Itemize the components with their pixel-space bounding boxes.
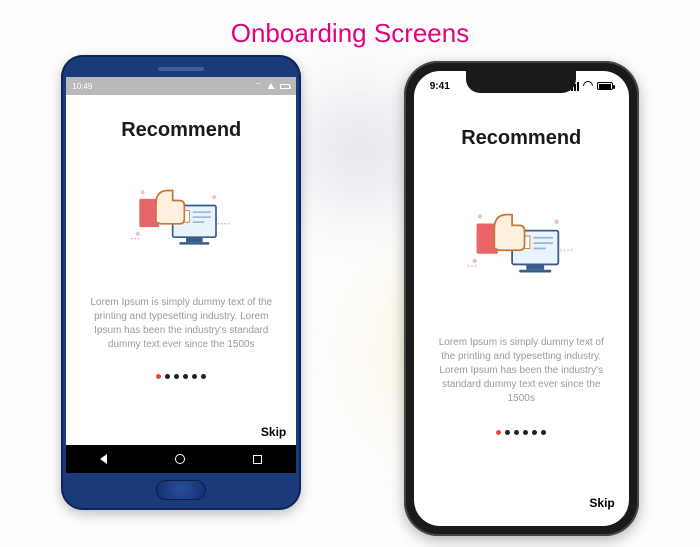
page-dot bbox=[183, 374, 188, 379]
page-indicator bbox=[496, 430, 546, 435]
battery-icon bbox=[597, 82, 613, 90]
skip-button[interactable]: Skip bbox=[261, 425, 286, 439]
onboarding-title: Recommend bbox=[461, 127, 581, 150]
page-dot bbox=[505, 430, 510, 435]
page-dot bbox=[165, 374, 170, 379]
wifi-icon bbox=[583, 81, 593, 91]
android-statusbar: 10:49 ⌔ bbox=[66, 77, 296, 95]
page-dot bbox=[541, 430, 546, 435]
onboarding-title: Recommend bbox=[121, 119, 241, 142]
iphone-notch bbox=[466, 71, 576, 93]
page-dot bbox=[201, 374, 206, 379]
android-device-frame: 10:49 ⌔ Recommend bbox=[61, 55, 301, 510]
nav-home-icon[interactable] bbox=[175, 454, 185, 464]
page-dot bbox=[156, 374, 161, 379]
statusbar-time: 9:41 bbox=[430, 81, 450, 92]
signal-icon bbox=[268, 83, 275, 89]
battery-icon bbox=[280, 84, 290, 89]
page-dot bbox=[523, 430, 528, 435]
statusbar-right-icons: ⌔ bbox=[255, 81, 291, 91]
device-stage: 10:49 ⌔ Recommend bbox=[0, 55, 700, 536]
page-title: Onboarding Screens bbox=[0, 0, 700, 55]
page-dot bbox=[496, 430, 501, 435]
onboarding-description: Lorem Ipsum is simply dummy text of the … bbox=[428, 336, 615, 406]
recommend-illustration bbox=[131, 178, 231, 258]
wifi-icon: ⌔ bbox=[255, 81, 263, 91]
iphone-device-frame: 9:41 Recommend bbox=[404, 61, 639, 536]
iphone-screen: 9:41 Recommend bbox=[414, 71, 629, 526]
page-dot bbox=[514, 430, 519, 435]
skip-button[interactable]: Skip bbox=[589, 496, 614, 510]
page-dot bbox=[174, 374, 179, 379]
onboarding-description: Lorem Ipsum is simply dummy text of the … bbox=[80, 296, 282, 352]
page-dot bbox=[192, 374, 197, 379]
android-speaker bbox=[158, 67, 204, 71]
page-indicator bbox=[156, 374, 206, 379]
android-navbar bbox=[66, 445, 296, 473]
recommend-illustration bbox=[466, 204, 576, 284]
nav-back-icon[interactable] bbox=[100, 454, 107, 464]
onboarding-content: Recommend bbox=[66, 95, 296, 445]
nav-recent-icon[interactable] bbox=[253, 455, 262, 464]
android-home-button[interactable] bbox=[156, 480, 206, 500]
android-chin bbox=[66, 473, 296, 506]
page-dot bbox=[532, 430, 537, 435]
statusbar-time: 10:49 bbox=[72, 82, 92, 91]
android-screen: 10:49 ⌔ Recommend bbox=[66, 77, 296, 473]
onboarding-content: Recommend bbox=[414, 101, 629, 526]
